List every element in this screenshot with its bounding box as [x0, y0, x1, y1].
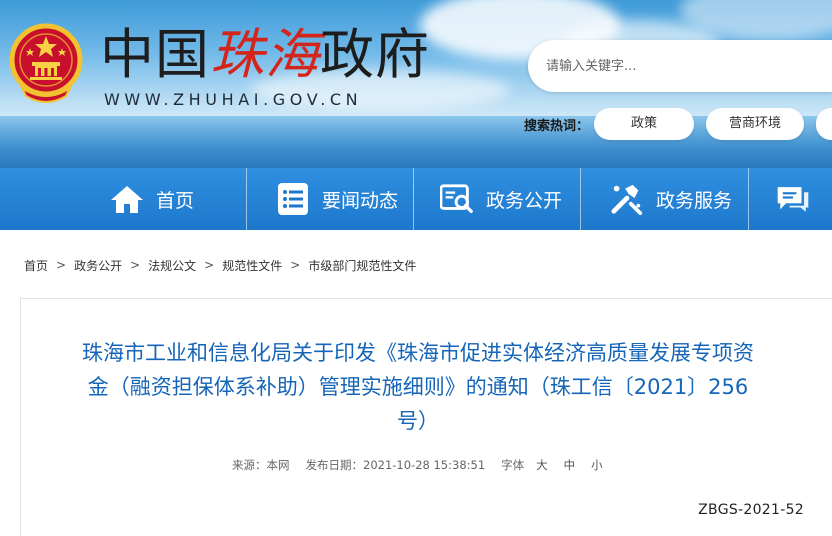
breadcrumb-separator: >	[290, 258, 301, 272]
site-title-gov: 政府	[320, 23, 430, 86]
search-doc-icon	[440, 182, 474, 216]
breadcrumb-city-dept-docs[interactable]: 市级部门规范性文件	[308, 257, 416, 274]
hot-tag-policy[interactable]: 政策	[594, 108, 694, 140]
date-label: 发布日期：	[305, 458, 364, 472]
article-title-line: 号）	[397, 409, 439, 433]
date-value: 2021-10-28 15:38:51	[363, 458, 486, 472]
article-title: 珠海市工业和信息化局关于印发《珠海市促进实体经济高质量发展专项资 金（融资担保体…	[28, 336, 808, 438]
site-title-china: 中国	[100, 23, 210, 86]
breadcrumb-separator: >	[204, 258, 215, 272]
nav-item-home[interactable]: 首页	[110, 168, 194, 230]
breadcrumb-separator: >	[130, 258, 141, 272]
breadcrumb-separator: >	[56, 258, 67, 272]
article-title-line: 金（融资担保体系补助）管理实施细则》的通知（珠工信〔2021〕256	[87, 375, 749, 399]
font-size-small-button[interactable]: 小	[591, 457, 603, 473]
service-tools-icon	[610, 182, 644, 216]
nav-item-label: 首页	[156, 189, 195, 212]
nav-divider	[580, 168, 581, 230]
chat-icon	[776, 182, 810, 216]
main-nav: 首页 要闻动态 政务公开 政务服务	[0, 168, 832, 230]
breadcrumb-regulations[interactable]: 法规公文	[148, 257, 196, 274]
national-emblem-logo[interactable]	[8, 22, 84, 106]
breadcrumb-gov-disclosure[interactable]: 政务公开	[74, 257, 122, 274]
header-banner: 中国珠海政府 WWW.ZHUHAI.GOV.CN 搜索热词： 政策 营商环境	[0, 0, 832, 168]
nav-item-gov-disclosure[interactable]: 政务公开	[440, 168, 562, 230]
nav-item-label: 政务公开	[486, 189, 563, 212]
search-box[interactable]	[528, 40, 832, 92]
font-size-medium-button[interactable]: 中	[564, 457, 576, 473]
source-value: 本网	[266, 458, 290, 472]
site-title-zhuhai: 珠海	[210, 23, 320, 86]
nav-item-interaction[interactable]	[776, 168, 822, 230]
nav-item-label: 要闻动态	[322, 189, 399, 212]
nav-item-label: 政务服务	[656, 189, 733, 212]
hot-search-label: 搜索热词：	[524, 119, 590, 134]
site-title[interactable]: 中国珠海政府	[100, 22, 430, 88]
nav-item-news[interactable]: 要闻动态	[276, 168, 398, 230]
nav-item-gov-services[interactable]: 政务服务	[610, 168, 732, 230]
source-label: 来源：	[232, 458, 267, 472]
news-list-icon	[276, 182, 310, 216]
breadcrumb-normative-docs[interactable]: 规范性文件	[222, 257, 282, 274]
font-size-label: 字体	[501, 458, 525, 472]
search-input[interactable]	[546, 54, 806, 78]
nav-divider	[413, 168, 414, 230]
article-meta: 来源： 本网 发布日期： 2021-10-28 15:38:51 字体 大 中 …	[232, 456, 603, 474]
document-code: ZBGS-2021-52	[698, 502, 804, 518]
breadcrumb-home[interactable]: 首页	[24, 257, 48, 274]
font-size-large-button[interactable]: 大	[536, 457, 548, 473]
site-domain: WWW.ZHUHAI.GOV.CN	[104, 90, 363, 109]
nav-divider	[748, 168, 749, 230]
article-title-line: 珠海市工业和信息化局关于印发《珠海市促进实体经济高质量发展专项资	[82, 341, 754, 365]
hot-tag-business-environment[interactable]: 营商环境	[706, 108, 804, 140]
home-icon	[110, 182, 144, 216]
breadcrumb: 首页 > 政务公开 > 法规公文 > 规范性文件 > 市级部门规范性文件	[24, 256, 416, 274]
nav-divider	[246, 168, 247, 230]
